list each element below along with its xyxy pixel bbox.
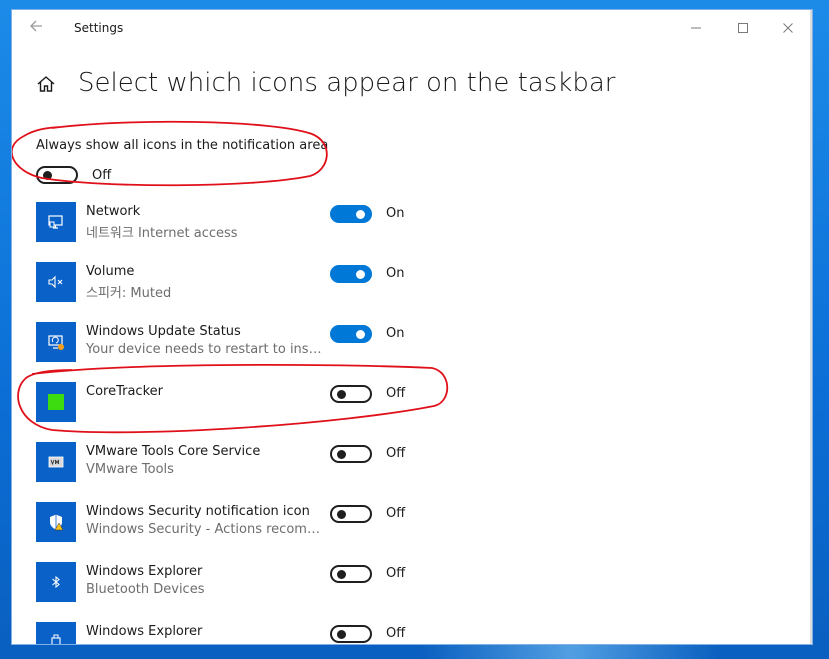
toggle-state: On [386, 206, 405, 221]
volume-toggle[interactable] [330, 265, 372, 283]
app-name: Windows Security notification icon [86, 504, 310, 519]
close-icon [783, 23, 793, 33]
app-subtitle: Your device needs to restart to insta... [86, 342, 322, 357]
toggle-knob [337, 450, 346, 459]
app-name: CoreTracker [86, 384, 163, 399]
toggle-state: Off [386, 446, 406, 461]
home-icon[interactable] [36, 74, 56, 94]
app-name: Windows Update Status [86, 324, 241, 339]
toggle-knob [356, 330, 365, 339]
app-tile [36, 202, 76, 242]
app-name: Windows Explorer [86, 564, 203, 579]
app-tile [36, 622, 76, 644]
toggle-knob [356, 270, 365, 279]
bluetooth-toggle[interactable] [330, 565, 372, 583]
app-tile [36, 562, 76, 602]
toggle-state: Off [386, 506, 406, 521]
list-item-coretracker: CoreTracker Off [12, 382, 812, 442]
app-subtitle: Bluetooth Devices [86, 582, 205, 597]
speaker-muted-icon [48, 275, 63, 289]
maximize-button[interactable] [723, 16, 763, 40]
list-item-bluetooth: Windows Explorer Bluetooth Devices Off [12, 562, 812, 622]
vmware-icon [48, 456, 64, 468]
windows-security-toggle[interactable] [330, 505, 372, 523]
shield-warning-icon [50, 514, 64, 531]
back-button[interactable] [26, 18, 46, 38]
minimize-button[interactable] [676, 16, 716, 40]
minimize-icon [691, 27, 701, 29]
app-tile [36, 382, 76, 422]
always-show-state: Off [92, 168, 112, 183]
toggle-knob [356, 210, 365, 219]
maximize-icon [738, 23, 748, 33]
toggle-state: Off [386, 566, 406, 581]
close-button[interactable] [768, 16, 808, 40]
list-item-network: Network 네트워크 Internet access On [12, 202, 812, 262]
vmware-toggle[interactable] [330, 445, 372, 463]
toggle-state: Off [386, 626, 406, 641]
list-item-vmware: VMware Tools Core Service VMware Tools O… [12, 442, 812, 502]
title-bar: Settings [12, 10, 812, 48]
toggle-state: On [386, 266, 405, 281]
app-name: VMware Tools Core Service [86, 444, 261, 459]
arrow-left-icon [30, 20, 42, 32]
app-tile [36, 442, 76, 482]
toggle-knob [337, 390, 346, 399]
page-title: Select which icons appear on the taskbar [78, 68, 616, 98]
toggle-knob [337, 570, 346, 579]
list-item-usb-eject: Windows Explorer Off [12, 622, 812, 644]
window-border-right [810, 10, 812, 644]
toggle-state: Off [386, 386, 406, 401]
network-toggle[interactable] [330, 205, 372, 223]
usb-eject-icon [51, 634, 61, 644]
app-tile [36, 502, 76, 542]
app-subtitle: Windows Security - Actions recomm... [86, 522, 322, 537]
always-show-toggle[interactable] [36, 166, 78, 184]
settings-window: Settings Select which icons appear on th… [12, 10, 812, 644]
monitor-network-icon [48, 215, 63, 229]
app-tile [36, 262, 76, 302]
coretracker-toggle[interactable] [330, 385, 372, 403]
list-item-volume: Volume 스피커: Muted On [12, 262, 812, 322]
list-item-windows-update: Windows Update Status Your device needs … [12, 322, 812, 382]
app-name: Windows Explorer [86, 624, 203, 639]
toggle-knob [337, 510, 346, 519]
app-tile [36, 322, 76, 362]
app-subtitle: 네트워크 Internet access [86, 226, 238, 241]
toggle-knob [43, 171, 52, 180]
bluetooth-icon [52, 575, 60, 589]
app-name: Volume [86, 264, 135, 279]
toggle-state: On [386, 326, 405, 341]
usb-eject-toggle[interactable] [330, 625, 372, 643]
window-title: Settings [74, 21, 124, 35]
windows-update-icon [48, 335, 64, 350]
windows-update-toggle[interactable] [330, 325, 372, 343]
list-item-windows-security: Windows Security notification icon Windo… [12, 502, 812, 562]
app-subtitle: VMware Tools [86, 462, 174, 477]
toggle-knob [337, 630, 346, 639]
app-subtitle: 스피커: Muted [86, 286, 172, 301]
always-show-label: Always show all icons in the notificatio… [36, 138, 329, 153]
green-square-icon [48, 394, 64, 410]
app-name: Network [86, 204, 141, 219]
